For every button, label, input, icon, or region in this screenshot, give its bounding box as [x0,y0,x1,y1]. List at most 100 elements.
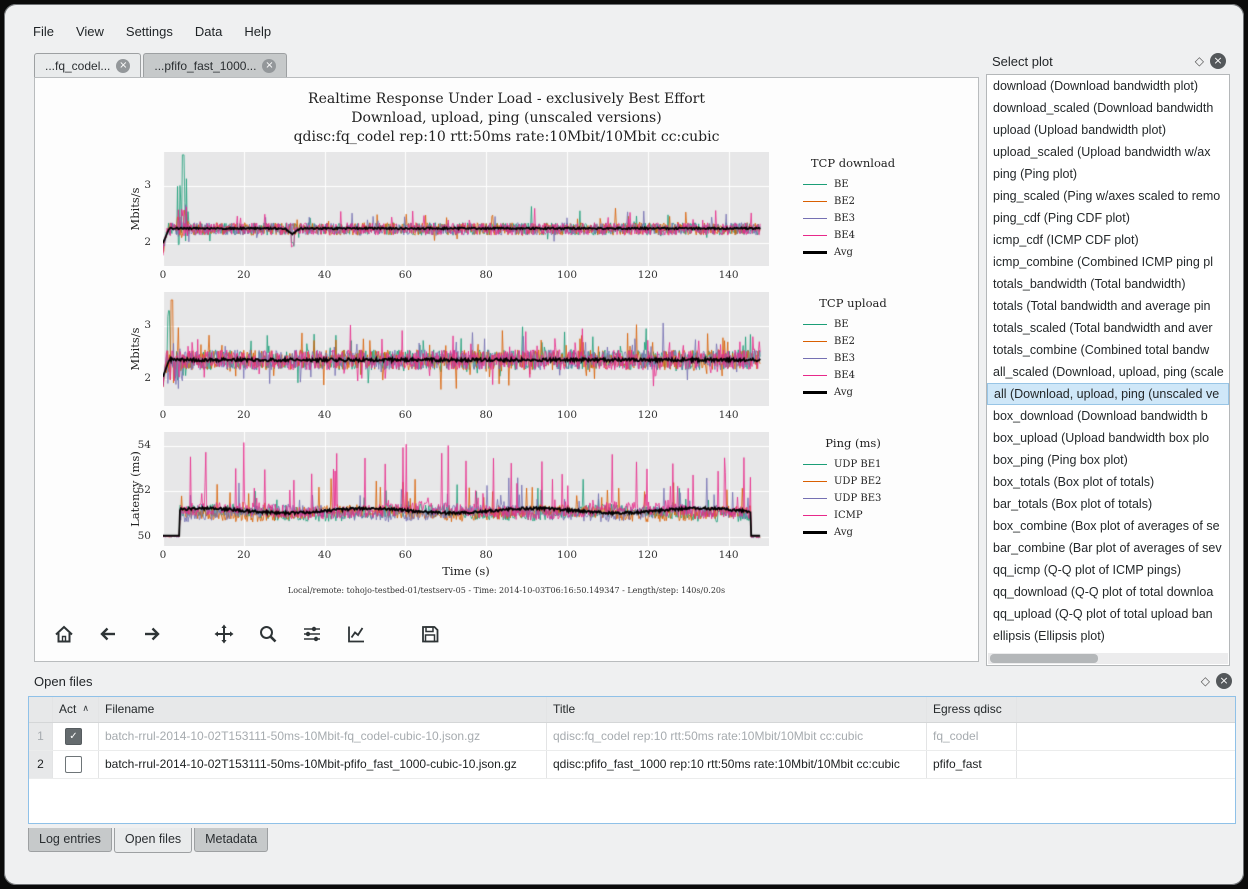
close-dock-icon[interactable]: × [1210,53,1226,69]
plot-list-item-4[interactable]: ping (Ping plot) [987,163,1229,185]
plot-list-item-6[interactable]: ping_cdf (Ping CDF plot) [987,207,1229,229]
plot-list-item-22[interactable]: qq_icmp (Q-Q plot of ICMP pings) [987,559,1229,581]
plot-list-item-18[interactable]: box_totals (Box plot of totals) [987,471,1229,493]
row-number: 1 [29,723,53,750]
x-tick-label: 80 [471,269,501,281]
column-header-egress[interactable]: Egress qdisc [927,697,1017,722]
bottom-tab-log-entries[interactable]: Log entries [28,828,112,852]
float-dock-icon[interactable]: ◇ [1201,674,1210,688]
title-cell: qdisc:fq_codel rep:10 rtt:50ms rate:10Mb… [547,723,927,750]
plot-list-item-12[interactable]: totals_combine (Combined total bandw [987,339,1229,361]
bottom-tab-metadata[interactable]: Metadata [194,828,268,852]
filename-cell: batch-rrul-2014-10-02T153111-50ms-10Mbit… [99,751,547,778]
legend-line-swatch [803,184,827,185]
x-tick-label: 80 [471,409,501,421]
x-tick-label: 20 [229,409,259,421]
horizontal-scrollbar-track[interactable] [988,653,1228,664]
open-files-table: Act∧FilenameTitleEgress qdisc 1 ✓ batch-rr… [28,696,1236,824]
home-button[interactable] [49,619,79,649]
plot-list-item-2[interactable]: upload (Upload bandwidth plot) [987,119,1229,141]
y-tick-label: 52 [138,484,151,496]
plot-list-item-0[interactable]: download (Download bandwidth plot) [987,75,1229,97]
sliders-icon [301,623,323,645]
table-row[interactable]: 2batch-rrul-2014-10-02T153111-50ms-10Mbi… [29,751,1235,779]
menu-settings[interactable]: Settings [115,18,184,46]
y-tick-labels: 505254 [123,432,157,546]
plot-list-item-24[interactable]: qq_upload (Q-Q plot of total upload ban [987,603,1229,625]
plot-list-item-19[interactable]: bar_totals (Box plot of totals) [987,493,1229,515]
plot-canvas-tcp-upload[interactable] [163,292,769,406]
plot-list-item-17[interactable]: box_ping (Ping box plot) [987,449,1229,471]
save-button[interactable] [415,619,445,649]
plot-list-item-21[interactable]: bar_combine (Bar plot of averages of sev [987,537,1229,559]
legend-label: Avg [834,527,853,538]
row-number-header[interactable] [29,697,53,722]
plot-list-item-5[interactable]: ping_scaled (Ping w/axes scaled to remo [987,185,1229,207]
tab-0[interactable]: ...fq_codel...× [34,53,141,78]
x-tick-labels: 020406080100120140 [35,549,978,563]
menu-data[interactable]: Data [184,18,233,46]
column-header-title[interactable]: Title [547,697,927,722]
legend-title: TCP download [793,156,913,170]
plot-list-item-13[interactable]: all_scaled (Download, upload, ping (scal… [987,361,1229,383]
legend-entry: UDP BE3 [793,490,963,507]
plot-list-item-8[interactable]: icmp_combine (Combined ICMP ping pl [987,251,1229,273]
tab-1[interactable]: ...pfifo_fast_1000...× [143,53,287,77]
legend-entry: BE3 [793,350,963,367]
plot-list-item-23[interactable]: qq_download (Q-Q plot of total downloa [987,581,1229,603]
plot-list-item-10[interactable]: totals (Total bandwidth and average pin [987,295,1229,317]
line-chart-icon [345,623,367,645]
legend-line-swatch [803,218,827,219]
bottom-tab-open-files[interactable]: Open files [114,828,192,853]
y-tick-labels: 23 [123,292,157,406]
customize-button[interactable] [341,619,371,649]
plot-list-item-1[interactable]: download_scaled (Download bandwidth [987,97,1229,119]
legend-tcp-download: TCP downloadBEBE2BE3BE4Avg [793,156,963,261]
menu-view[interactable]: View [65,18,115,46]
application-window: FileViewSettingsDataHelp ...fq_codel...×… [4,4,1244,885]
plot-list-item-20[interactable]: box_combine (Box plot of averages of se [987,515,1229,537]
y-tick-label: 3 [144,319,151,331]
plot-list-item-16[interactable]: box_upload (Upload bandwidth box plo [987,427,1229,449]
legend-line-swatch [803,201,827,202]
x-tick-label: 0 [148,549,178,561]
legend-line-swatch [803,324,827,325]
legend-entry: ICMP [793,507,963,524]
menu-help[interactable]: Help [233,18,282,46]
zoom-button[interactable] [253,619,283,649]
legend-line-swatch [803,531,827,534]
select-plot-dock: Select plot ◇ × download (Download bandw… [986,48,1230,666]
active-checkbox[interactable]: ✓ [65,728,82,745]
plot-list-item-14[interactable]: all (Download, upload, ping (unscaled ve [987,383,1229,405]
open-files-header: Open files ◇ × [28,668,1236,694]
plot-list-item-25[interactable]: ellipsis (Ellipsis plot) [987,625,1229,647]
pan-button[interactable] [209,619,239,649]
tab-close-icon[interactable]: × [262,59,276,73]
close-dock-icon[interactable]: × [1216,673,1232,689]
x-tick-label: 0 [148,409,178,421]
plot-list-item-9[interactable]: totals_bandwidth (Total bandwidth) [987,273,1229,295]
x-tick-labels: 020406080100120140 [35,269,978,283]
column-header-act[interactable]: Act∧ [53,697,99,722]
back-button[interactable] [93,619,123,649]
plot-panel: Realtime Response Under Load - exclusive… [34,77,979,662]
float-dock-icon[interactable]: ◇ [1195,54,1204,68]
plot-canvas-tcp-download[interactable] [163,152,769,266]
configure-subplots-button[interactable] [297,619,327,649]
forward-button[interactable] [137,619,167,649]
menu-file[interactable]: File [22,18,65,46]
horizontal-scrollbar-thumb[interactable] [990,654,1098,663]
plot-tab-bar: ...fq_codel...×...pfifo_fast_1000...× [34,53,287,77]
matplotlib-toolbar [49,616,459,652]
plot-list-item-3[interactable]: upload_scaled (Upload bandwidth w/ax [987,141,1229,163]
active-checkbox[interactable] [65,756,82,773]
y-tick-label: 54 [138,439,151,451]
plot-list-item-15[interactable]: box_download (Download bandwidth b [987,405,1229,427]
column-header-filename[interactable]: Filename [99,697,547,722]
plot-list-item-11[interactable]: totals_scaled (Total bandwidth and aver [987,317,1229,339]
table-row[interactable]: 1✓batch-rrul-2014-10-02T153111-50ms-10Mb… [29,723,1235,751]
legend-label: UDP BE3 [834,493,881,504]
tab-close-icon[interactable]: × [116,59,130,73]
plot-canvas-ping[interactable] [163,432,769,546]
plot-list-item-7[interactable]: icmp_cdf (ICMP CDF plot) [987,229,1229,251]
